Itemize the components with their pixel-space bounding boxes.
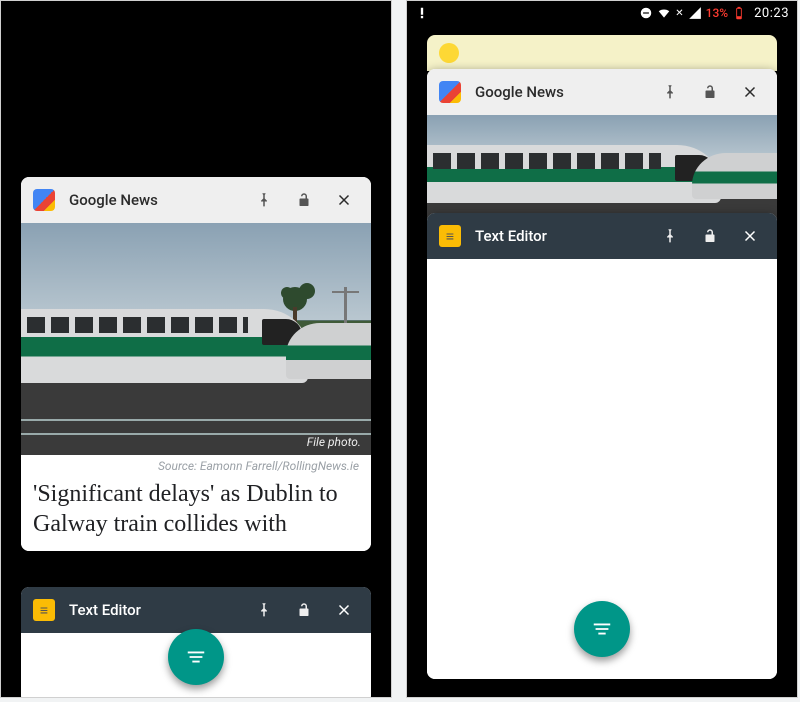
cellular-icon [688, 6, 702, 20]
battery-icon [732, 6, 746, 20]
status-bar: ✕ 13% 20:23 [407, 1, 797, 25]
close-icon[interactable] [735, 83, 765, 101]
pin-icon[interactable] [655, 83, 685, 101]
task-header: Text Editor [427, 213, 777, 259]
close-icon[interactable] [735, 227, 765, 245]
image-caption: File photo. [307, 435, 361, 449]
task-header: Google News [21, 177, 371, 223]
task-card-text-editor[interactable]: Text Editor [427, 213, 777, 679]
sort-icon [591, 618, 613, 640]
wifi-icon [657, 6, 671, 20]
no-signal-icon: ✕ [675, 8, 683, 19]
priority-icon [415, 6, 429, 20]
text-editor-icon [439, 225, 461, 247]
task-card-google-news[interactable]: Google News File photo. Source: Eamonn F… [21, 177, 371, 551]
clock: 20:23 [754, 6, 789, 21]
unlock-icon[interactable] [695, 83, 725, 101]
phone-left-recents: Google News File photo. Source: Eamonn F… [0, 0, 392, 698]
close-icon[interactable] [329, 191, 359, 209]
google-news-icon [439, 81, 461, 103]
task-header: Text Editor [21, 587, 371, 633]
pin-icon[interactable] [249, 191, 279, 209]
unlock-icon[interactable] [289, 601, 319, 619]
phone-right-recents: ✕ 13% 20:23 Google News Text Editor [406, 0, 798, 698]
do-not-disturb-icon [639, 6, 653, 20]
sort-icon [185, 646, 207, 668]
article-headline: 'Significant delays' as Dublin to Galway… [21, 473, 371, 551]
article-image-train: File photo. [21, 223, 371, 455]
image-source: Source: Eamonn Farrell/RollingNews.ie [21, 455, 371, 473]
unlock-icon[interactable] [289, 191, 319, 209]
text-editor-icon [33, 599, 55, 621]
task-title: Google News [475, 83, 564, 101]
task-card-google-news[interactable]: Google News [427, 69, 777, 223]
google-news-icon [33, 189, 55, 211]
app-icon-peek [439, 43, 459, 63]
task-title: Google News [69, 191, 158, 209]
pin-icon[interactable] [249, 601, 279, 619]
news-card-body[interactable]: File photo. Source: Eamonn Farrell/Rolli… [21, 223, 371, 551]
battery-percent: 13% [706, 6, 728, 20]
editor-body[interactable] [427, 259, 777, 679]
pin-icon[interactable] [655, 227, 685, 245]
article-image-train [427, 115, 777, 223]
fab-button[interactable] [574, 601, 630, 657]
task-card-background-peek[interactable] [427, 35, 777, 71]
task-title: Text Editor [475, 227, 547, 245]
fab-button[interactable] [168, 629, 224, 685]
unlock-icon[interactable] [695, 227, 725, 245]
task-header: Google News [427, 69, 777, 115]
close-icon[interactable] [329, 601, 359, 619]
task-title: Text Editor [69, 601, 141, 619]
